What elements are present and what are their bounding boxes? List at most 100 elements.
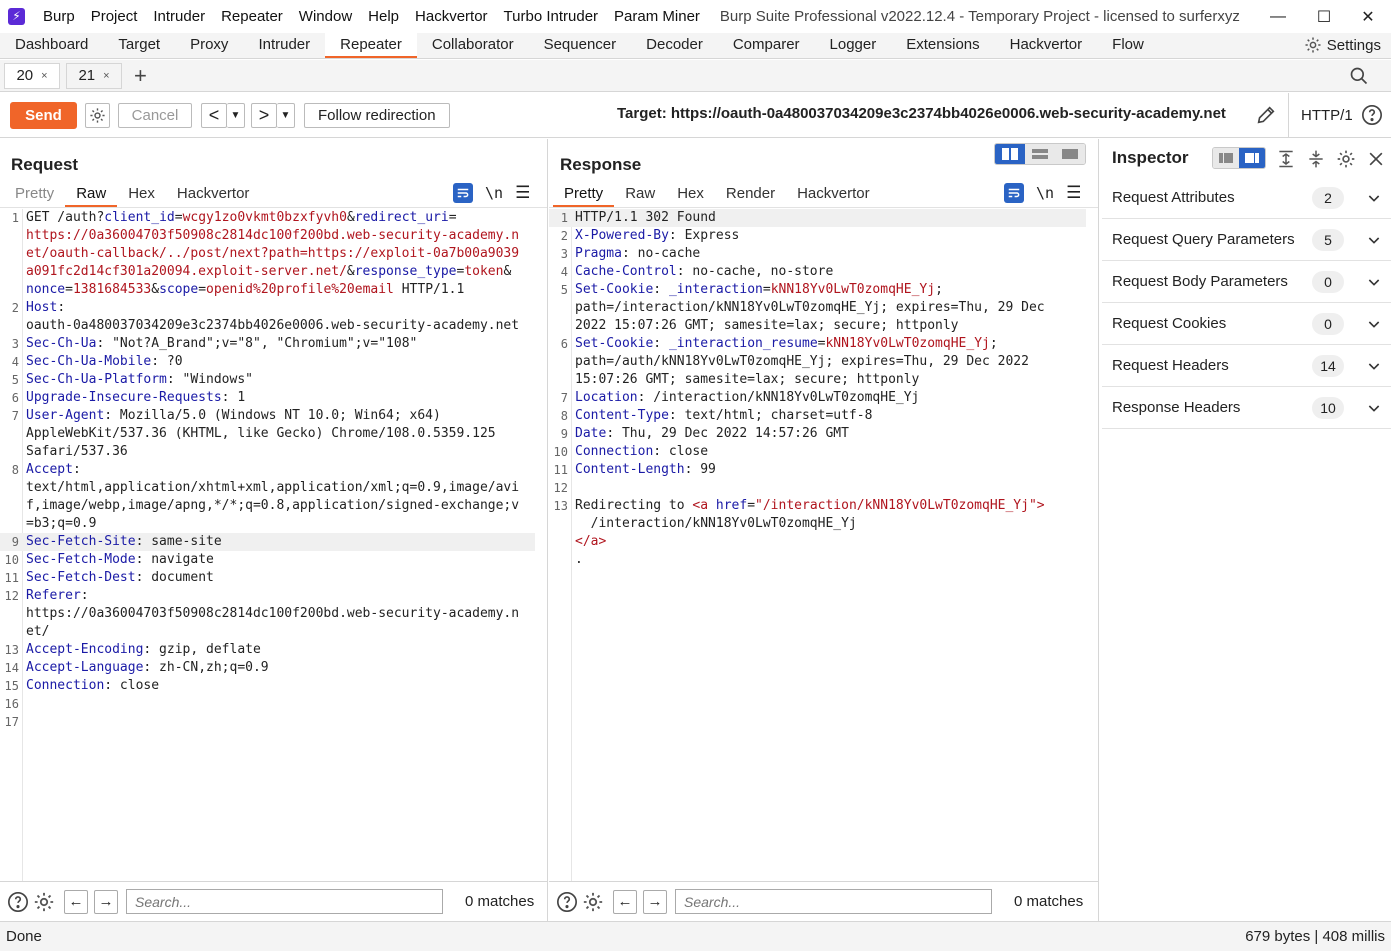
response-tab-raw[interactable]: Raw [614, 183, 666, 207]
expand-all-icon[interactable] [1276, 149, 1296, 169]
follow-redirection-button[interactable]: Follow redirection [304, 102, 450, 128]
top-bottom-layout-icon[interactable] [1025, 144, 1055, 164]
code-line: 2 X-Powered-By: Express [549, 227, 1086, 245]
inspector-section-request-query-parameters[interactable]: Request Query Parameters 5 [1102, 219, 1391, 261]
search-input[interactable] [126, 889, 443, 914]
chevron-down-icon[interactable] [1366, 358, 1382, 374]
menu-item-intruder[interactable]: Intruder [145, 8, 213, 25]
add-tab-icon[interactable]: + [134, 63, 147, 89]
arrow-left-icon[interactable]: ← [613, 889, 637, 914]
menu-item-window[interactable]: Window [291, 8, 360, 25]
response-tab-pretty[interactable]: Pretty [553, 183, 615, 207]
tab-dashboard[interactable]: Dashboard [0, 33, 103, 58]
request-tab-hex[interactable]: Hex [117, 183, 166, 207]
response-tab-render[interactable]: Render [715, 183, 786, 207]
tab-comparer[interactable]: Comparer [718, 33, 815, 58]
code-token: = [448, 210, 457, 225]
hamburger-menu-icon[interactable]: ☰ [1066, 183, 1081, 203]
maximize-icon[interactable]: ☐ [1301, 0, 1347, 33]
response-tab-hackvertor[interactable]: Hackvertor [786, 183, 881, 207]
hamburger-menu-icon[interactable]: ☰ [515, 183, 530, 203]
inspector-section-count: 2 [1312, 186, 1344, 209]
menu-item-project[interactable]: Project [83, 8, 146, 25]
inspector-layout-right-icon[interactable] [1239, 148, 1265, 168]
gear-icon[interactable] [32, 890, 56, 914]
tabs-layout-icon[interactable] [1055, 144, 1085, 164]
layout-toggle [994, 143, 1086, 165]
newline-toggle-icon[interactable]: \n [485, 184, 503, 202]
response-tab-hex[interactable]: Hex [666, 183, 715, 207]
minimize-icon[interactable]: — [1255, 0, 1301, 33]
chevron-down-icon[interactable] [1366, 190, 1382, 206]
menu-item-repeater[interactable]: Repeater [213, 8, 291, 25]
chevron-down-icon[interactable]: ▼ [227, 102, 245, 128]
chevron-down-icon[interactable] [1366, 274, 1382, 290]
search-icon[interactable] [1349, 66, 1369, 86]
menu-item-param-miner[interactable]: Param Miner [606, 8, 708, 25]
tab-target[interactable]: Target [103, 33, 175, 58]
inspector-section-response-headers[interactable]: Response Headers 10 [1102, 387, 1391, 429]
code-token: Accept-Language [26, 660, 144, 675]
inspector-section-request-attributes[interactable]: Request Attributes 2 [1102, 177, 1391, 219]
chevron-down-icon[interactable] [1366, 316, 1382, 332]
inspector-section-request-cookies[interactable]: Request Cookies 0 [1102, 303, 1391, 345]
history-back-button[interactable]: < [201, 102, 227, 128]
settings-button[interactable]: Settings [1304, 36, 1381, 54]
line-number: 13 [4, 643, 19, 657]
collapse-all-icon[interactable] [1306, 149, 1326, 169]
inspector-section-request-body-parameters[interactable]: Request Body Parameters 0 [1102, 261, 1391, 303]
tab-hackvertor[interactable]: Hackvertor [995, 33, 1098, 58]
tab-repeater[interactable]: Repeater [325, 33, 417, 58]
help-icon[interactable] [555, 890, 579, 914]
newline-toggle-icon[interactable]: \n [1036, 184, 1054, 202]
cancel-button[interactable]: Cancel [118, 102, 192, 128]
response-editor[interactable]: 1 HTTP/1.1 302 Found 2 X-Powered-By: Expres… [549, 209, 1086, 881]
close-icon[interactable]: × [41, 70, 47, 82]
tab-flow[interactable]: Flow [1097, 33, 1159, 58]
repeater-tab-20[interactable]: 20 × [4, 62, 60, 89]
tab-logger[interactable]: Logger [815, 33, 892, 58]
chevron-down-icon[interactable]: ▼ [277, 102, 295, 128]
send-button[interactable]: Send [10, 101, 77, 129]
chevron-down-icon[interactable] [1366, 232, 1382, 248]
close-icon[interactable] [1366, 149, 1386, 169]
inspector-layout-left-icon[interactable] [1213, 148, 1239, 168]
close-window-icon[interactable]: ✕ [1345, 0, 1391, 33]
send-options-button[interactable] [85, 102, 110, 128]
side-by-side-layout-icon[interactable] [995, 144, 1025, 164]
tab-intruder[interactable]: Intruder [243, 33, 325, 58]
http-version-toggle[interactable]: HTTP/1 [1288, 93, 1353, 137]
arrow-right-icon[interactable]: → [643, 889, 667, 914]
response-title: Response [560, 155, 642, 174]
menu-item-help[interactable]: Help [360, 8, 407, 25]
history-forward-button[interactable]: > [251, 102, 277, 128]
request-tab-raw[interactable]: Raw [65, 183, 118, 207]
chevron-down-icon[interactable] [1366, 400, 1382, 416]
word-wrap-icon[interactable] [1004, 183, 1024, 203]
tab-extensions[interactable]: Extensions [891, 33, 994, 58]
code-line: Safari/537.36 [0, 443, 535, 461]
pencil-icon[interactable] [1255, 104, 1277, 126]
repeater-tab-21[interactable]: 21 × [66, 62, 122, 89]
search-input[interactable] [675, 889, 992, 914]
code-line: nonce=1381684533&scope=openid%20profile%… [0, 281, 535, 299]
help-icon[interactable] [6, 890, 30, 914]
tab-collaborator[interactable]: Collaborator [417, 33, 529, 58]
menu-item-hackvertor[interactable]: Hackvertor [407, 8, 496, 25]
tab-proxy[interactable]: Proxy [175, 33, 243, 58]
close-icon[interactable]: × [103, 70, 109, 82]
menu-item-burp[interactable]: Burp [35, 8, 83, 25]
arrow-left-icon[interactable]: ← [64, 889, 88, 914]
tab-decoder[interactable]: Decoder [631, 33, 718, 58]
request-tab-pretty[interactable]: Pretty [4, 183, 65, 207]
help-icon[interactable] [1361, 104, 1383, 126]
inspector-section-request-headers[interactable]: Request Headers 14 [1102, 345, 1391, 387]
menu-item-turbo-intruder[interactable]: Turbo Intruder [496, 8, 607, 25]
tab-sequencer[interactable]: Sequencer [529, 33, 632, 58]
word-wrap-icon[interactable] [453, 183, 473, 203]
arrow-right-icon[interactable]: → [94, 889, 118, 914]
request-tab-hackvertor[interactable]: Hackvertor [166, 183, 261, 207]
gear-icon[interactable] [1336, 149, 1356, 169]
request-editor[interactable]: 1 GET /auth?client_id=wcgy1zo0vkmt0bzxfyv… [0, 209, 535, 881]
gear-icon[interactable] [581, 890, 605, 914]
